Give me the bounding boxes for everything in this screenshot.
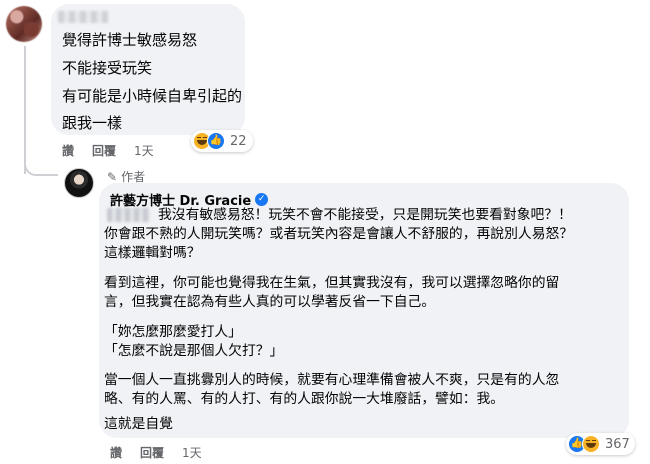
reply-line: 這就是自覺 [104,416,173,432]
thread-connector [24,138,58,176]
reply-reactions[interactable]: 👍 367 [566,433,635,455]
reaction-count: 367 [605,436,630,452]
pencil-icon: ✎ [107,169,118,184]
like-link[interactable]: 讚 [110,444,122,461]
author-avatar[interactable] [64,168,94,198]
comment-reactions[interactable]: 👍 22 [191,130,253,152]
like-link[interactable]: 讚 [62,142,74,159]
reply-line: 略、有的人罵、有的人打、有的人跟你說一大堆廢話，譬如：我。 [104,391,505,407]
reply-line: 「怎麼不說是那個人欠打？」 [104,343,284,359]
comment-actions: 讚 回覆 1天 [62,142,154,159]
mention-blurred[interactable] [107,208,150,222]
reply-line: 看到這裡，你可能也覺得我在生氣，但其實我沒有，我可以選擇忽略你的留 [104,275,560,291]
like-icon: 👍 [207,132,225,150]
reply-line: 這樣邏輯對嗎？ [104,245,201,261]
comment-line: 覺得許博士敏感易怒 [62,31,198,49]
timestamp[interactable]: 1天 [134,142,154,159]
reply-link[interactable]: 回覆 [92,142,116,159]
reply-line: 「妳怎麼那麼愛打人」 [104,324,242,340]
reply-line: 你會跟不熟的人開玩笑嗎？或者玩笑內容是會讓人不舒服的，再說別人易怒？ [104,226,574,242]
commenter-name-blurred[interactable] [58,11,108,23]
comment-line: 有可能是小時候自卑引起的 [62,87,243,105]
comment-line: 跟我一樣 [62,114,123,132]
commenter-avatar[interactable] [6,6,42,42]
haha-icon [582,435,600,453]
reply-actions: 讚 回覆 1天 [110,444,202,461]
comment-line: 不能接受玩笑 [62,59,153,77]
reply-line: 我沒有敏感易怒！玩笑不會不能接受，只是開玩笑也要看對象吧？！ [158,207,572,223]
timestamp[interactable]: 1天 [182,444,202,461]
verified-icon: ✓ [255,193,269,206]
reply-line: 當一個人一直挑釁別人的時候，就要有心理準備會被人不爽，只是有的人忽 [104,372,560,388]
reply-line: 言，但我實在認為有些人真的可以學著反省一下自己。 [104,294,436,310]
reply-link[interactable]: 回覆 [140,444,164,461]
reaction-count: 22 [230,133,247,149]
